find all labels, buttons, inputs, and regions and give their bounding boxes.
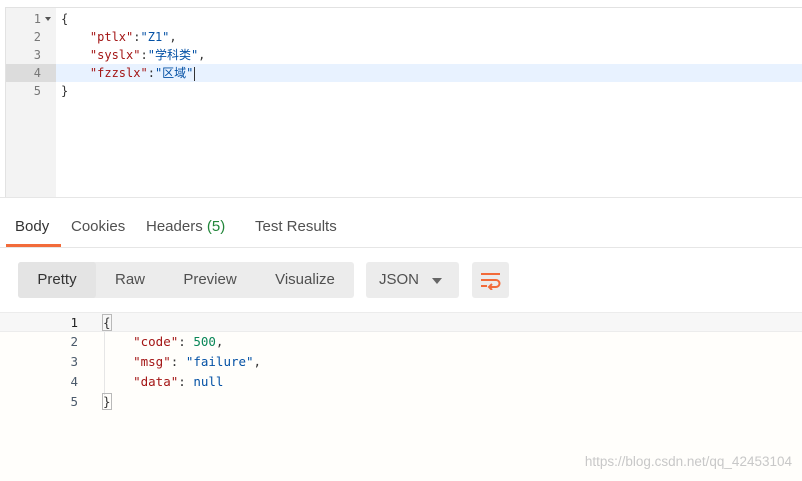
format-select-value: JSON xyxy=(379,271,420,288)
code-token: "syslx" xyxy=(89,48,141,62)
code-token: "学科类" xyxy=(147,48,199,62)
code-token: "ptlx" xyxy=(89,30,134,44)
line-number: 1 xyxy=(70,315,78,330)
view-mode-group: Pretty Raw Preview Visualize xyxy=(18,262,354,298)
watermark: https://blog.csdn.net/qq_42453104 xyxy=(584,454,792,469)
fold-arrow-icon[interactable] xyxy=(45,17,51,21)
response-line-code: "code": 500, xyxy=(103,332,223,352)
line-number: 5 xyxy=(70,394,78,409)
response-line-code: "msg": "failure", xyxy=(103,352,261,372)
code-token: , xyxy=(253,354,262,369)
code-token: { xyxy=(61,12,69,26)
code-token: , xyxy=(215,334,224,349)
line-number: 4 xyxy=(33,66,41,80)
text-cursor xyxy=(194,66,196,81)
tab-cookies[interactable]: Cookies xyxy=(71,210,125,247)
editor-line-code: } xyxy=(61,82,68,100)
code-token: "msg" xyxy=(133,354,171,369)
code-token: : xyxy=(170,354,186,369)
editor-line[interactable]: 3 "syslx":"学科类", xyxy=(6,46,802,64)
tab-headers[interactable]: Headers (5) xyxy=(146,210,225,247)
gutter-cell: 4 xyxy=(6,64,56,82)
headers-count-badge: (5) xyxy=(206,218,226,235)
response-line[interactable]: 4 "data": null xyxy=(0,372,802,392)
format-select[interactable]: JSON xyxy=(366,262,459,298)
line-number: 3 xyxy=(70,354,78,369)
active-tab-indicator xyxy=(6,244,61,247)
line-number: 5 xyxy=(33,84,41,98)
editor-line[interactable]: 1 { xyxy=(6,10,802,28)
response-line-code: } xyxy=(102,392,112,412)
code-token: } xyxy=(61,84,69,98)
wrap-lines-icon xyxy=(481,273,501,290)
editor-line-code: { xyxy=(61,10,68,28)
gutter-cell: 2 xyxy=(6,28,56,46)
code-token: "Z1" xyxy=(140,30,170,44)
editor-line-active[interactable]: 4 "fzzslx":"区域" xyxy=(6,64,802,82)
response-tabs: Body Cookies Headers (5) Test Results xyxy=(0,210,802,248)
response-line[interactable]: 5 } xyxy=(0,392,802,412)
code-token: { xyxy=(102,314,112,331)
editor-line[interactable]: 5 } xyxy=(6,82,802,100)
line-number: 1 xyxy=(33,12,41,26)
code-token: "区域" xyxy=(154,66,194,80)
editor-line-code: "syslx":"学科类", xyxy=(61,46,206,64)
response-line[interactable]: 3 "msg": "failure", xyxy=(0,352,802,372)
visualize-button[interactable]: Visualize xyxy=(256,262,354,298)
divider xyxy=(0,197,802,198)
tab-body[interactable]: Body xyxy=(15,210,49,247)
tab-headers-label: Headers xyxy=(146,218,203,235)
code-token: : xyxy=(178,374,194,389)
pretty-button[interactable]: Pretty xyxy=(18,262,96,298)
code-token: : xyxy=(147,66,155,80)
code-token: "fzzslx" xyxy=(89,66,148,80)
response-line-code: "data": null xyxy=(103,372,223,392)
code-token: "data" xyxy=(133,374,179,389)
raw-button[interactable]: Raw xyxy=(96,262,164,298)
response-line-code: { xyxy=(102,313,112,333)
code-token: } xyxy=(102,393,112,410)
editor-line-code: "ptlx":"Z1", xyxy=(61,28,177,46)
gutter-cell: 1 xyxy=(6,10,56,28)
code-token: : xyxy=(133,30,141,44)
code-token: "failure" xyxy=(185,354,254,369)
preview-button[interactable]: Preview xyxy=(164,262,256,298)
chevron-down-icon xyxy=(432,278,442,284)
code-token: , xyxy=(169,30,177,44)
code-token: , xyxy=(198,48,206,62)
line-number: 4 xyxy=(70,374,78,389)
code-token: "code" xyxy=(133,334,179,349)
code-token: 500 xyxy=(193,334,216,349)
line-number: 2 xyxy=(70,334,78,349)
editor-line[interactable]: 2 "ptlx":"Z1", xyxy=(6,28,802,46)
wrap-lines-button[interactable] xyxy=(472,262,509,298)
request-body-editor[interactable]: 1 { 2 "ptlx":"Z1", 3 "syslx":"学科类", 4 "f… xyxy=(5,7,802,197)
gutter-cell: 3 xyxy=(6,46,56,64)
response-line[interactable]: 1 { xyxy=(0,312,802,332)
response-line[interactable]: 2 "code": 500, xyxy=(0,332,802,352)
line-number: 3 xyxy=(33,48,41,62)
code-token: : xyxy=(140,48,148,62)
line-number: 2 xyxy=(33,30,41,44)
code-token: : xyxy=(178,334,194,349)
tab-test-results[interactable]: Test Results xyxy=(255,210,337,247)
gutter-cell: 5 xyxy=(6,82,56,100)
code-token: null xyxy=(193,374,224,389)
editor-line-code: "fzzslx":"区域" xyxy=(61,64,196,82)
